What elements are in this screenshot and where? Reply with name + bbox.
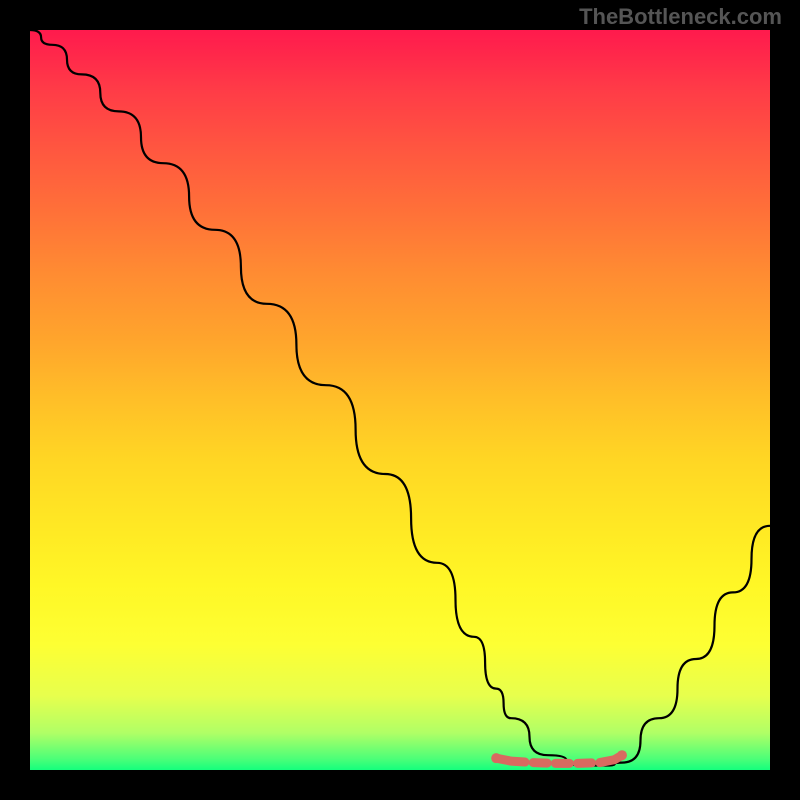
watermark-text: TheBottleneck.com (579, 4, 782, 30)
plot-area (30, 30, 770, 770)
chart-container: TheBottleneck.com (0, 0, 800, 800)
chart-svg (30, 30, 770, 770)
bottleneck-curve-path (30, 30, 770, 766)
